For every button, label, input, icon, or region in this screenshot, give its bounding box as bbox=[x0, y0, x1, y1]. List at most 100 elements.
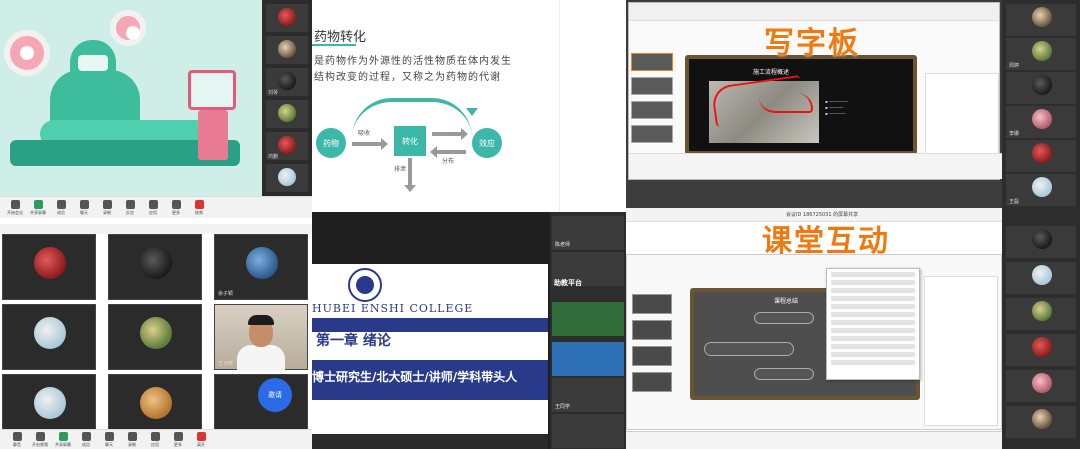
properties-panel[interactable] bbox=[924, 276, 998, 426]
avatar bbox=[34, 247, 66, 279]
toolbar-button[interactable]: 聊天 bbox=[73, 199, 95, 216]
context-menu[interactable] bbox=[826, 268, 920, 380]
participant-tile[interactable]: 李娜 bbox=[1006, 106, 1076, 138]
participant-tile[interactable]: 周婷 bbox=[1006, 38, 1076, 70]
participant-tile[interactable] bbox=[1006, 262, 1076, 294]
menu-item[interactable] bbox=[831, 352, 915, 357]
menu-item[interactable] bbox=[831, 304, 915, 309]
slide-thumbnail[interactable] bbox=[631, 77, 673, 95]
flow-node-label: 效应 bbox=[479, 138, 495, 148]
shared-slide-chapter-one: HUBEI ENSHI COLLEGE 第一章 绪论 博士研究生/北大硕士/讲师… bbox=[312, 264, 548, 434]
menu-item[interactable] bbox=[831, 280, 915, 285]
slide-thumbnail[interactable] bbox=[632, 372, 672, 392]
toolbar-button[interactable]: 结束 bbox=[188, 199, 210, 216]
avatar bbox=[140, 317, 172, 349]
slide-control-bar[interactable] bbox=[312, 434, 548, 449]
participant-tile[interactable]: 王同学 bbox=[552, 378, 624, 412]
toolbar-button[interactable]: 开启视频 bbox=[29, 431, 51, 448]
participant-tile[interactable] bbox=[552, 302, 624, 336]
toolbar-button[interactable]: 开始会议 bbox=[4, 199, 26, 216]
video-tile[interactable] bbox=[2, 304, 96, 370]
toolbar-button[interactable]: 聊天 bbox=[98, 431, 120, 448]
video-tile[interactable] bbox=[108, 234, 202, 300]
participant-name: 周婷 bbox=[1009, 63, 1020, 69]
taskbar[interactable] bbox=[626, 431, 1002, 449]
participant-tile[interactable] bbox=[1006, 334, 1076, 366]
menu-item[interactable] bbox=[831, 288, 915, 293]
toolbar-button[interactable]: 静音 bbox=[6, 431, 28, 448]
menu-item[interactable] bbox=[831, 272, 915, 277]
participant-tile[interactable]: 鸿鹏 bbox=[266, 132, 308, 160]
flow-label-distribute: 分布 bbox=[442, 158, 455, 165]
toolbar-button[interactable]: 录制 bbox=[121, 431, 143, 448]
video-tile-camera[interactable]: 王子晗 bbox=[214, 304, 308, 371]
toolbar-button[interactable]: 离开 bbox=[190, 431, 212, 448]
participant-tile[interactable] bbox=[1006, 370, 1076, 402]
avatar bbox=[140, 247, 172, 279]
slide-title: 课程总结 bbox=[774, 298, 799, 305]
menu-item[interactable] bbox=[831, 312, 915, 317]
slide-thumbnail[interactable] bbox=[632, 294, 672, 314]
toolbar-button[interactable]: 成员 bbox=[50, 199, 72, 216]
avatar bbox=[34, 317, 66, 349]
video-tile[interactable] bbox=[108, 304, 202, 370]
video-tile[interactable] bbox=[2, 234, 96, 300]
end-call-icon bbox=[194, 199, 204, 209]
toolbar-button[interactable]: 共享屏幕 bbox=[27, 199, 49, 216]
participant-tile[interactable] bbox=[1006, 140, 1076, 172]
slide-thumbnail[interactable] bbox=[632, 346, 672, 366]
participant-tile[interactable] bbox=[1006, 72, 1076, 104]
toolbar-button[interactable]: 成员 bbox=[75, 431, 97, 448]
avatar bbox=[278, 168, 296, 186]
toolbar-button[interactable]: 更多 bbox=[165, 199, 187, 216]
meeting-toolbar: 开始会议 共享屏幕 成员 聊天 录制 反应 应用 更多 结束 bbox=[0, 196, 312, 218]
toolbar-button[interactable]: 应用 bbox=[144, 431, 166, 448]
participant-tile[interactable] bbox=[266, 36, 308, 64]
menu-item[interactable] bbox=[831, 336, 915, 341]
participant-tile[interactable] bbox=[266, 100, 308, 128]
participant-tile[interactable]: 陈老师 bbox=[552, 216, 624, 250]
participant-tile[interactable] bbox=[1006, 4, 1076, 36]
slide-body-line: 结构改变的过程，又称之为药物的代谢 bbox=[314, 72, 501, 83]
avatar bbox=[34, 387, 66, 419]
avatar bbox=[1032, 229, 1052, 249]
flow-node-label: 药物 bbox=[323, 138, 339, 148]
caption-writing-board: 写字板 bbox=[764, 26, 860, 61]
toolbar-label: 成员 bbox=[82, 441, 90, 447]
flow-arrow bbox=[352, 138, 388, 150]
menu-item[interactable] bbox=[831, 320, 915, 325]
slide-thumbnail[interactable] bbox=[632, 320, 672, 340]
avatar bbox=[1032, 301, 1052, 321]
toolbar-button[interactable]: 应用 bbox=[142, 199, 164, 216]
flow-node-effect: 效应 bbox=[472, 128, 502, 158]
toolbar-button[interactable]: 反应 bbox=[119, 199, 141, 216]
participant-tile[interactable] bbox=[1006, 406, 1076, 438]
more-icon bbox=[171, 199, 181, 209]
meeting-panel-college-slide: HUBEI ENSHI COLLEGE 第一章 绪论 博士研究生/北大硕士/讲师… bbox=[312, 212, 626, 449]
slide-thumbnail[interactable] bbox=[631, 53, 673, 71]
menu-item[interactable] bbox=[831, 296, 915, 301]
slide-thumbnail[interactable] bbox=[631, 101, 673, 119]
taskbar[interactable] bbox=[629, 153, 1005, 179]
participant-tile[interactable] bbox=[552, 342, 624, 376]
toolbar-label: 开启视频 bbox=[32, 441, 48, 447]
mindmap-node bbox=[704, 342, 794, 356]
participant-tile[interactable] bbox=[1006, 298, 1076, 330]
menu-item[interactable] bbox=[831, 360, 915, 365]
surgical-lamp-right bbox=[110, 10, 146, 46]
toolbar-button[interactable]: 共享屏幕 bbox=[52, 431, 74, 448]
participant-tile[interactable] bbox=[266, 164, 308, 192]
slide-thumbnail[interactable] bbox=[631, 125, 673, 143]
participant-tile[interactable] bbox=[1006, 226, 1076, 258]
participant-tile[interactable] bbox=[552, 414, 624, 448]
toolbar-button[interactable]: 录制 bbox=[96, 199, 118, 216]
participant-tile[interactable]: 刘琴 bbox=[266, 68, 308, 96]
toolbar-button[interactable]: 更多 bbox=[167, 431, 189, 448]
menu-item[interactable] bbox=[831, 328, 915, 333]
participant-tile[interactable] bbox=[266, 4, 308, 32]
participant-tile[interactable]: 王磊 bbox=[1006, 174, 1076, 206]
avatar bbox=[278, 8, 296, 26]
menu-item[interactable] bbox=[831, 344, 915, 349]
invite-button[interactable]: 邀请 bbox=[258, 378, 292, 412]
video-tile[interactable]: 余子颖 bbox=[214, 234, 308, 300]
